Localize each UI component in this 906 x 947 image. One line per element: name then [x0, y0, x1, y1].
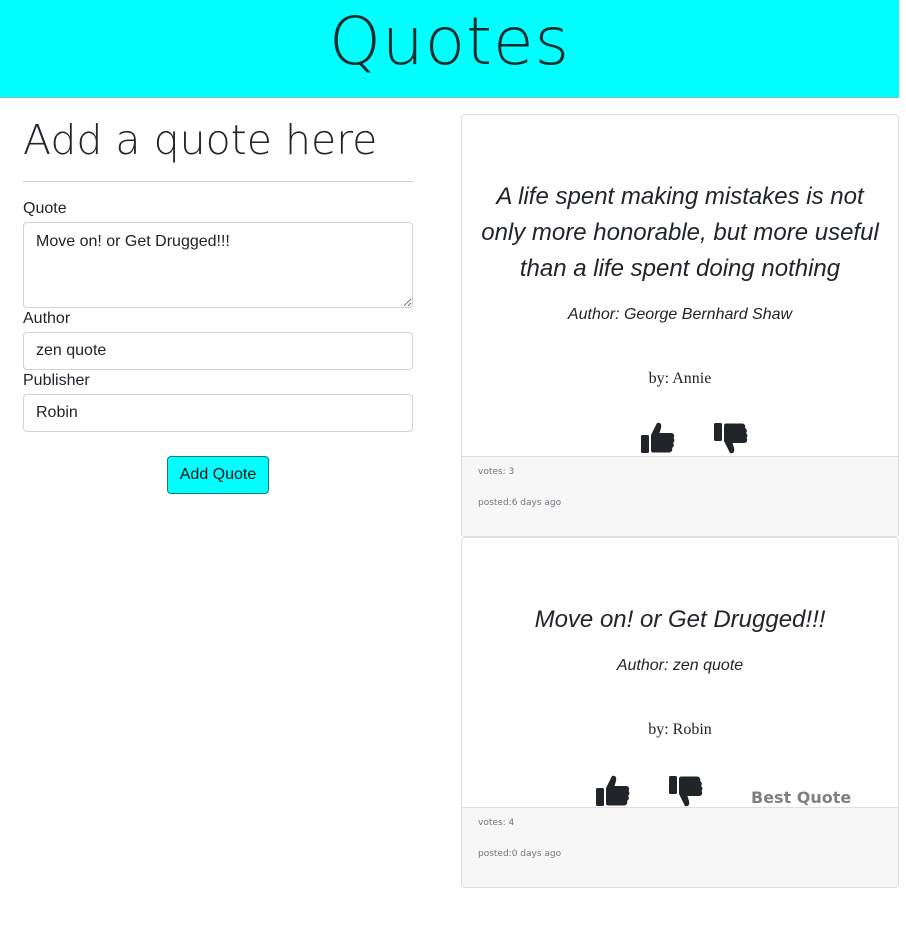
quote-textarea[interactable]: Move on! or Get Drugged!!!	[23, 222, 413, 308]
form-heading: Add a quote here	[23, 116, 378, 164]
posted-time: posted:6 days ago	[478, 498, 562, 508]
thumbs-up-icon	[595, 774, 631, 808]
publisher-label: Publisher	[23, 372, 90, 389]
thumbs-up-icon	[640, 421, 676, 455]
publisher-input[interactable]	[23, 394, 413, 432]
quote-label: Quote	[23, 200, 67, 217]
quote-text: A life spent making mistakes is not only…	[481, 183, 879, 282]
page-title: Quotes	[328, 3, 571, 80]
quote-publisher: by: Robin	[648, 721, 712, 738]
posted-time: posted:0 days ago	[478, 849, 562, 859]
author-label: Author	[23, 310, 71, 327]
vote-count: votes: 3	[478, 467, 515, 477]
quote-card: A life spent making mistakes is not only…	[461, 114, 899, 537]
thumbs-down-icon	[668, 774, 704, 808]
quote-author: Author: zen quote	[616, 657, 744, 674]
upvote-button[interactable]	[595, 774, 631, 808]
quote-author: Author: George Bernhard Shaw	[567, 306, 793, 323]
downvote-button[interactable]	[713, 421, 749, 455]
upvote-button[interactable]	[640, 421, 676, 455]
vote-count: votes: 4	[478, 818, 515, 828]
author-input[interactable]	[23, 332, 413, 370]
quote-card: Move on! or Get Drugged!!! Author: zen q…	[461, 537, 899, 888]
card-footer: votes: 3 posted:6 days ago	[462, 456, 898, 536]
form-divider	[23, 181, 413, 182]
best-quote-badge: Best Quote	[751, 788, 852, 807]
page-header: Quotes	[0, 0, 899, 98]
downvote-button[interactable]	[668, 774, 704, 808]
thumbs-down-icon	[713, 421, 749, 455]
card-footer: votes: 4 posted:0 days ago	[462, 807, 898, 887]
quote-publisher: by: Annie	[648, 370, 712, 387]
quote-text: Move on! or Get Drugged!!!	[534, 606, 826, 633]
add-quote-button[interactable]: Add Quote	[167, 456, 269, 494]
